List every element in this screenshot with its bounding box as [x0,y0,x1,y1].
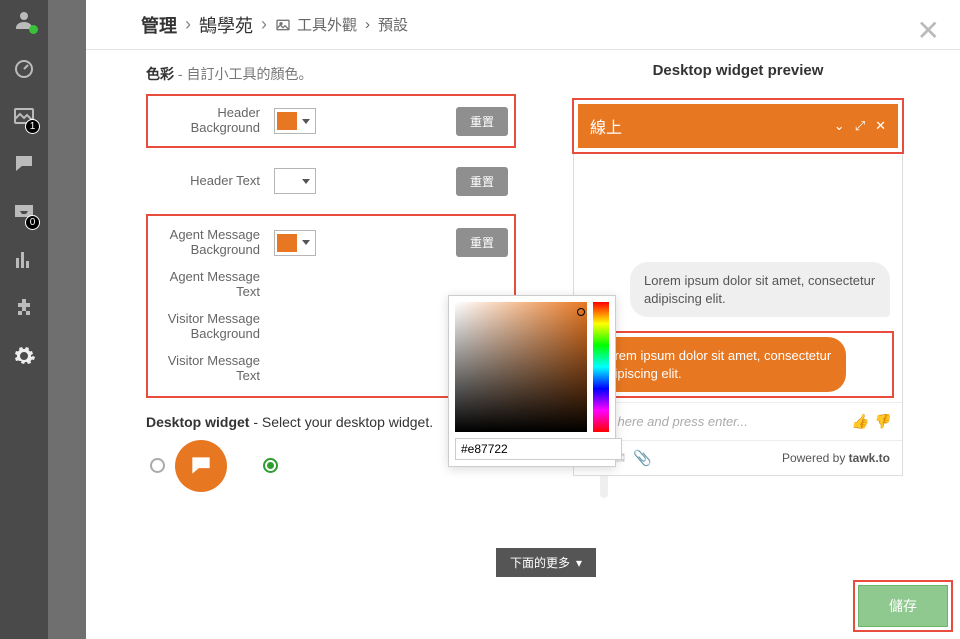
row-header-bg: Header Background 重置 [154,100,508,142]
chevron-down-icon[interactable]: ⌄ [834,118,845,134]
widget-option-1-radio[interactable] [150,458,165,473]
popout-icon[interactable]: ⤢ [855,118,865,134]
chat-input-row[interactable]: Type here and press enter... 👍👎 [574,402,902,440]
label-agent-bg: Agent Message Background [154,228,274,258]
label-visitor-bg: Visitor Message Background [154,312,274,342]
chevron-down-icon [302,179,310,184]
save-button[interactable]: 儲存 [858,585,948,627]
chat-header: 線上 ⌄ ⤢ ✕ [578,104,898,148]
chat-footer: 🔊 ✉ 📎 Powered by tawk.to [574,440,902,475]
crumb-l4[interactable]: 預設 [378,14,408,35]
thumbs-down-icon[interactable]: 👎 [873,413,890,430]
section-colors-title: 色彩 [146,66,174,82]
color-canvas[interactable] [455,302,587,432]
badge-inbox: 0 [25,215,40,230]
swatch-header-bg[interactable] [274,108,316,134]
attach-icon[interactable]: 📎 [633,449,652,467]
chat-header-highlight: 線上 ⌄ ⤢ ✕ [572,98,904,154]
label-agent-text: Agent Message Text [154,270,274,300]
row-header-text: Header Text 重置 [154,160,508,202]
close-icon[interactable]: ✕ [875,118,886,134]
gear-icon[interactable] [12,344,36,368]
badge-images: 1 [25,119,40,134]
chat-header-title: 線上 [590,114,622,138]
chat-icon[interactable] [12,152,36,176]
desktop-widget-desc: - Select your desktop widget. [249,414,433,430]
label-header-bg: Header Background [154,106,274,136]
crumb-l3[interactable]: 工具外觀 [297,14,357,35]
dashboard-icon[interactable] [12,56,36,80]
status-online-dot [29,25,38,34]
color-cursor[interactable] [577,308,585,316]
hue-slider[interactable] [593,302,609,432]
chat-body: Lorem ipsum dolor sit amet, consectetur … [574,152,902,402]
crumb-image-icon [275,17,291,33]
reset-agent-bg[interactable]: 重置 [456,228,508,257]
agent-message: Lorem ipsum dolor sit amet, consectetur … [586,337,846,392]
row-agent-bg: Agent Message Background 重置 [154,222,508,264]
row-header-bg-highlight: Header Background 重置 [146,94,516,148]
reset-header-text[interactable]: 重置 [456,167,508,196]
nav-rail-primary: 1 0 [0,0,48,639]
color-picker[interactable] [448,295,616,467]
crumb-l1[interactable]: 管理 [141,12,177,38]
avatar-icon[interactable] [12,8,36,32]
label-header-text: Header Text [154,174,274,189]
inbox-icon[interactable]: 0 [12,200,36,224]
desktop-widget-title: Desktop widget [146,414,249,430]
preview-title: Desktop widget preview [556,62,920,79]
image-icon[interactable]: 1 [12,104,36,128]
widget-option-1-bubble[interactable] [175,440,227,492]
section-colors-desc: - 自訂小工具的顏色。 [174,66,312,82]
top-bar: 管理 › 鵠學苑 › 工具外觀 › 預設 [86,0,960,50]
chevron-down-icon [302,240,310,245]
visitor-message: Lorem ipsum dolor sit amet, consectetur … [630,262,890,317]
section-colors-label: 色彩 - 自訂小工具的顏色。 [146,64,516,84]
label-visitor-text: Visitor Message Text [154,354,274,384]
reset-header-bg[interactable]: 重置 [456,107,508,136]
crumb-l2[interactable]: 鵠學苑 [199,12,253,38]
addon-icon[interactable] [12,296,36,320]
analytics-icon[interactable] [12,248,36,272]
close-icon[interactable]: ✕ [917,14,940,47]
swatch-agent-bg[interactable] [274,230,316,256]
row-header-text-wrap: Header Text 重置 [146,154,516,208]
breadcrumb: 管理 › 鵠學苑 › 工具外觀 › 預設 [141,12,408,38]
chevron-down-icon [302,119,310,124]
nav-rail-secondary [48,0,86,639]
hex-input[interactable] [455,438,622,460]
powered-by: Powered by tawk.to [782,451,890,465]
main-area: 色彩 - 自訂小工具的顏色。 Header Background 重置 Head… [86,50,960,639]
agent-message-highlight: Lorem ipsum dolor sit amet, consectetur … [582,331,894,398]
chat-widget-preview: 線上 ⌄ ⤢ ✕ Lorem ipsum dolor sit amet, con… [573,99,903,476]
swatch-header-text[interactable] [274,168,316,194]
thumbs-up-icon[interactable]: 👍 [851,413,868,430]
widget-option-2-radio[interactable] [263,458,278,473]
